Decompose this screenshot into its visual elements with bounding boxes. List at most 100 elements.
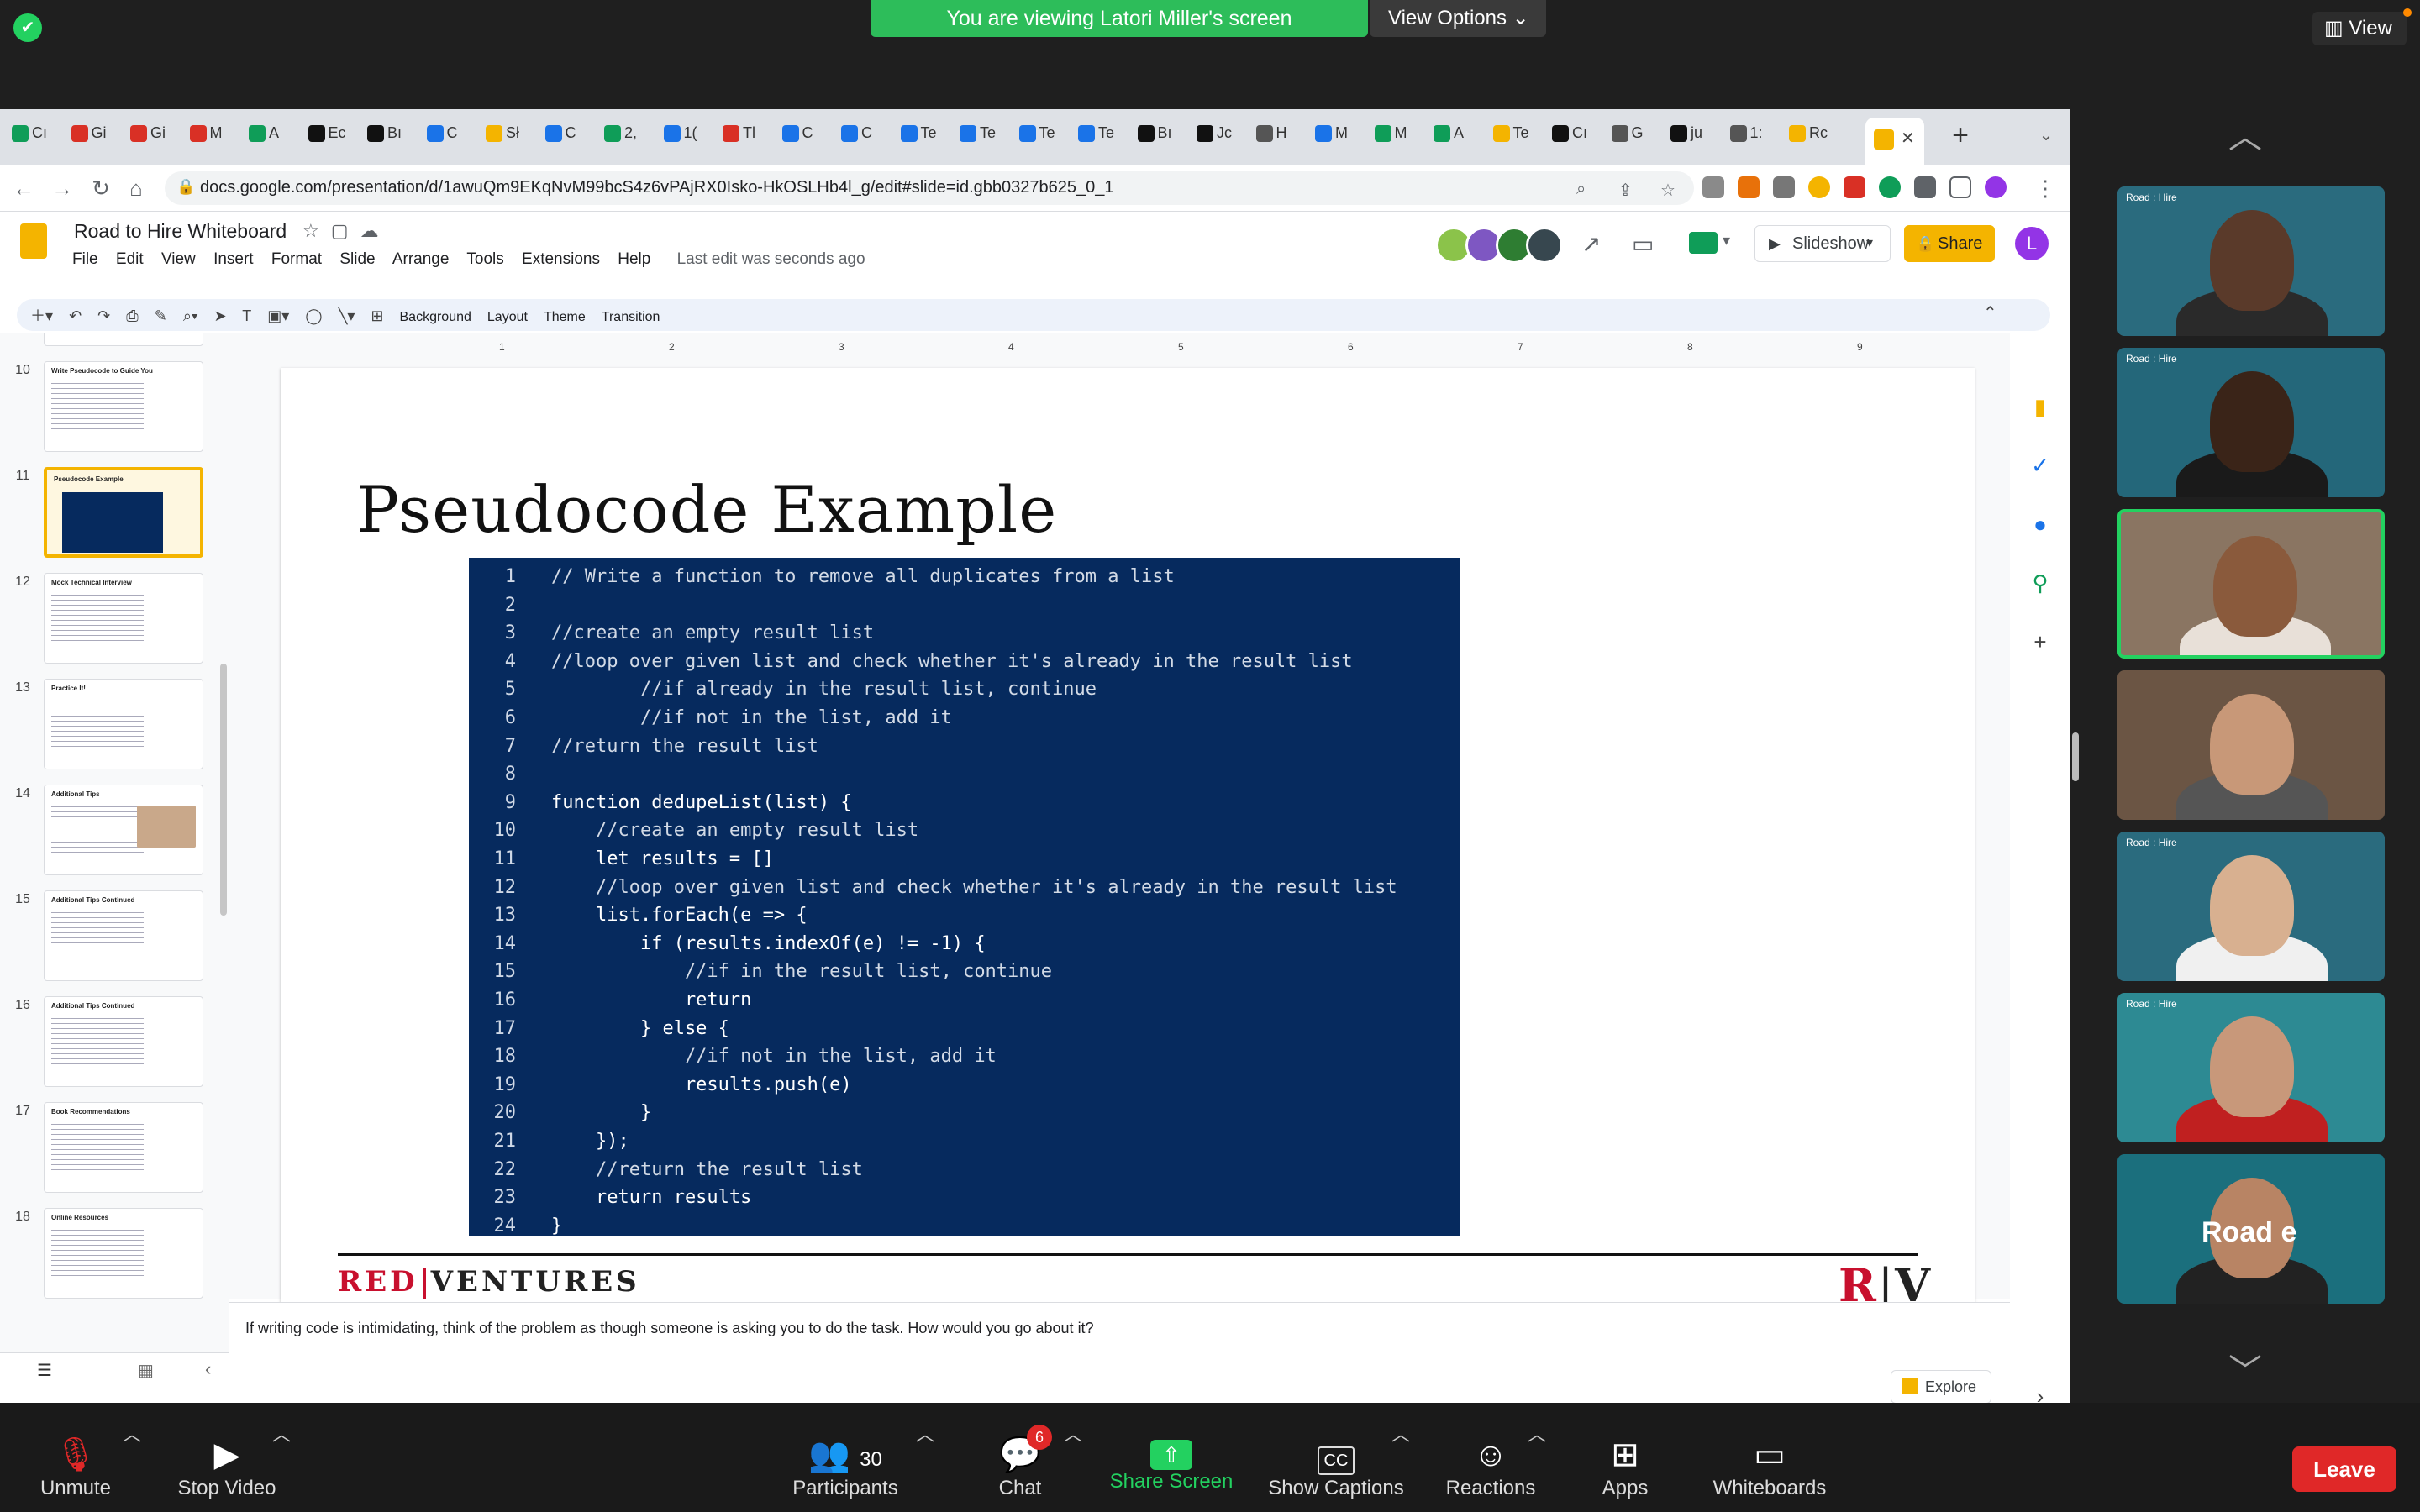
slide-title[interactable]: Pseudocode Example (356, 472, 1057, 547)
slide-thumbnail[interactable]: Write Pseudocode to Guide You (44, 361, 203, 452)
image-icon[interactable]: ▣▾ (267, 307, 289, 324)
chevron-up-icon[interactable]: ︿ (916, 1420, 934, 1446)
slide-thumbnail[interactable]: Additional Tips Continued (44, 890, 203, 981)
slide-thumbnail[interactable]: Pseudocode Example (44, 467, 203, 558)
explore-button[interactable]: Explore (1891, 1370, 1991, 1403)
new-tab-button[interactable]: + (1946, 121, 1975, 150)
browser-tab[interactable]: 1: (1729, 124, 1772, 153)
chevron-up-icon[interactable]: ︿ (2222, 109, 2269, 158)
search-icon[interactable]: ⌕ (1576, 180, 1586, 199)
redo-icon[interactable]: ↷ (97, 307, 110, 324)
browser-tab[interactable]: 2, (604, 124, 646, 153)
home-icon[interactable]: ⌂ (123, 175, 150, 202)
sidebar-icon[interactable] (1949, 176, 1971, 198)
star-icon[interactable]: ☆ (302, 220, 331, 241)
browser-tab[interactable]: Te (900, 124, 943, 153)
list-view-icon[interactable]: ☰ (37, 1360, 52, 1381)
menu-view[interactable]: View (161, 250, 196, 268)
participants-button[interactable]: 👥 30 Participants (770, 1433, 921, 1509)
browser-tab[interactable]: M (1315, 124, 1357, 153)
last-edit-link[interactable]: Last edit was seconds ago (677, 250, 865, 268)
chevron-up-icon[interactable]: ︿ (1528, 1420, 1546, 1446)
menu-extensions[interactable]: Extensions (522, 250, 600, 268)
browser-tab[interactable]: Bı (1137, 124, 1180, 153)
slide-thumbnail[interactable]: Additional Tips Continued (44, 996, 203, 1087)
close-icon[interactable]: ✕ (1901, 128, 1915, 149)
slide-thumbnail[interactable]: Sticking the Landing (44, 333, 203, 346)
participant-tile[interactable]: Road e (2118, 1154, 2385, 1304)
slide-thumbnail[interactable]: Additional Tips (44, 785, 203, 875)
meet-button[interactable]: ▾ (1689, 228, 1736, 259)
trend-icon[interactable]: ↗ (1581, 230, 1601, 258)
slide-thumbnail[interactable]: Book Recommendations (44, 1102, 203, 1193)
star-icon[interactable]: ☆ (1660, 180, 1676, 201)
profile-icon[interactable] (1985, 176, 2007, 198)
extension-icon[interactable] (1738, 176, 1760, 198)
add-icon[interactable]: ＋▾ (30, 307, 53, 324)
collapse-icon[interactable]: ‹ (205, 1358, 211, 1380)
view-button[interactable]: ▥ View (2312, 12, 2407, 45)
gallery-scrollbar[interactable] (2072, 732, 2079, 781)
shield-icon[interactable]: ✔ (13, 13, 42, 42)
browser-tab[interactable]: Cı (1552, 124, 1594, 153)
chevron-down-icon[interactable]: ▾ (1866, 226, 1873, 261)
browser-tab[interactable]: Te (1018, 124, 1061, 153)
show-captions-button[interactable]: CC Show Captions (1260, 1433, 1412, 1509)
chevron-up-icon[interactable]: ︿ (123, 1420, 141, 1446)
layout-button[interactable]: Layout (487, 310, 528, 324)
menu-edit[interactable]: Edit (116, 250, 144, 268)
slides-logo-icon[interactable] (20, 223, 47, 259)
view-options-button[interactable]: View Options ⌄ (1370, 0, 1546, 37)
browser-tab[interactable]: Ec (308, 124, 350, 153)
folder-icon[interactable]: ▢ (331, 220, 360, 241)
menu-slide[interactable]: Slide (339, 250, 375, 268)
print-icon[interactable]: ⎙ (126, 307, 138, 324)
menu-file[interactable]: File (72, 250, 98, 268)
extension-icon[interactable] (1773, 176, 1795, 198)
back-icon[interactable]: ← (10, 175, 37, 202)
collaborator-avatar[interactable] (1526, 227, 1563, 264)
participant-tile[interactable]: Road : Hire (2118, 186, 2385, 336)
comment-add-icon[interactable]: ⊞ (371, 307, 383, 324)
participant-tile[interactable]: Road : Hire (2118, 832, 2385, 981)
browser-tab[interactable]: Te (1078, 124, 1120, 153)
chevron-up-icon[interactable]: ︿ (1064, 1420, 1082, 1446)
browser-tab[interactable]: Jc (1197, 124, 1239, 153)
zoom-icon[interactable]: ⌕▾ (183, 307, 198, 324)
browser-tab[interactable]: Gi (130, 124, 172, 153)
forward-icon[interactable]: → (49, 175, 76, 202)
add-icon[interactable]: + (2027, 628, 2054, 655)
text-box-icon[interactable]: T (242, 307, 251, 324)
slide-thumbnail[interactable]: Mock Technical Interview (44, 573, 203, 664)
browser-tab[interactable]: Gi (71, 124, 113, 153)
share-icon[interactable]: ⇪ (1618, 180, 1633, 201)
chevron-up-icon[interactable]: ︿ (272, 1420, 291, 1446)
address-bar[interactable]: 🔒 docs.google.com/presentation/d/1awuQm9… (165, 171, 1694, 205)
browser-tab[interactable]: A (249, 124, 291, 153)
menu-arrange[interactable]: Arrange (392, 250, 450, 268)
leave-button[interactable]: Leave (2292, 1446, 2396, 1492)
filmstrip-scrollbar[interactable] (220, 664, 227, 916)
reload-icon[interactable]: ↻ (87, 175, 114, 202)
browser-tab[interactable]: Tl (723, 124, 765, 153)
browser-tab[interactable]: Rc (1789, 124, 1831, 153)
participant-tile[interactable]: Road : Hire (2118, 348, 2385, 497)
chevron-up-icon[interactable]: ⌃ (1983, 302, 1997, 323)
shape-icon[interactable]: ◯ (305, 307, 322, 324)
document-title[interactable]: Road to Hire Whiteboard (74, 220, 287, 243)
slide-thumbnail[interactable]: Practice It! (44, 679, 203, 769)
share-screen-button[interactable]: ⇧ Share Screen (1096, 1433, 1247, 1509)
tasks-icon[interactable]: ✓ (2027, 452, 2054, 479)
chevron-up-icon[interactable]: ︿ (1392, 1420, 1410, 1446)
browser-tab[interactable]: C (841, 124, 883, 153)
chevron-right-icon[interactable]: › (2027, 1383, 2054, 1403)
speaker-notes[interactable]: If writing code is intimidating, think o… (229, 1302, 2010, 1403)
browser-tab[interactable]: M (1374, 124, 1417, 153)
tab-active[interactable]: ✕ (1865, 118, 1924, 165)
grid-view-icon[interactable]: ▦ (138, 1360, 154, 1381)
maps-icon[interactable]: ⚲ (2027, 570, 2054, 596)
speaker-notes-text[interactable]: If writing code is intimidating, think o… (245, 1320, 1094, 1337)
participant-tile[interactable] (2118, 670, 2385, 820)
profile-avatar[interactable]: L (2015, 227, 2049, 260)
extension-icon[interactable] (1702, 176, 1724, 198)
